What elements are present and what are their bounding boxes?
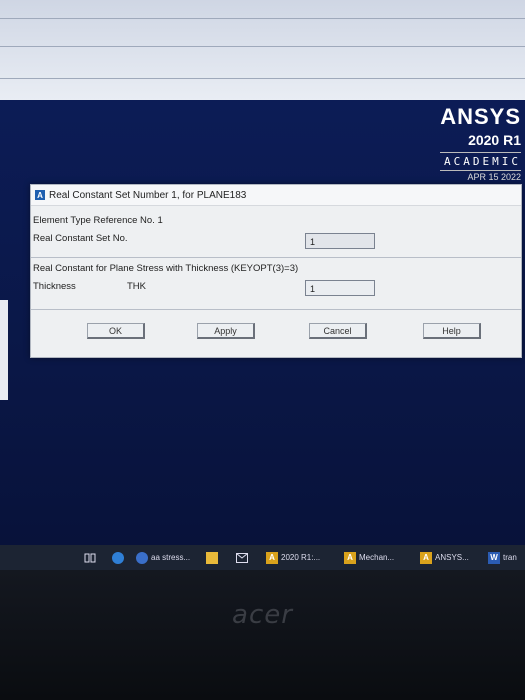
monitor-screen: ANSYS 2020 R1 ACADEMIC APR 15 2022 A Rea…: [0, 0, 525, 570]
logo-date: APR 15 2022: [467, 172, 521, 182]
taskbar-item-ansys[interactable]: A ANSYS...: [420, 549, 469, 566]
ok-button[interactable]: OK: [87, 323, 145, 339]
element-type-label: Element Type Reference No. 1: [33, 215, 163, 226]
logo-edition: ACADEMIC: [440, 152, 521, 171]
thickness-input[interactable]: 1: [305, 280, 375, 296]
windows-taskbar: aa stress... A 2020 R1:... A Mechan... A…: [0, 545, 525, 570]
mail-button[interactable]: [236, 549, 251, 566]
ansys-icon: A: [420, 551, 432, 564]
word-icon: W: [488, 551, 500, 564]
cancel-button[interactable]: Cancel: [309, 323, 367, 339]
logo-version: 2020 R1: [468, 132, 521, 148]
taskbar-item-label: tran: [503, 553, 517, 562]
edge-browser-button[interactable]: [112, 549, 127, 566]
thickness-label: Thickness: [33, 281, 76, 292]
bezel-brand-logo: acer: [232, 600, 293, 630]
task-view-button[interactable]: [84, 549, 99, 566]
apply-button[interactable]: Apply: [197, 323, 255, 339]
ansys-logo: ANSYS 2020 R1 ACADEMIC APR 15 2022: [440, 104, 521, 182]
laptop-bezel: [0, 570, 525, 700]
taskbar-item-2020r1[interactable]: A 2020 R1:...: [266, 549, 320, 566]
folder-icon: [206, 551, 218, 564]
button-divider: [31, 309, 521, 310]
mail-icon: [236, 552, 248, 564]
ansys-icon: A: [266, 551, 278, 564]
thickness-key: THK: [127, 281, 146, 292]
dialog-titlebar[interactable]: A Real Constant Set Number 1, for PLANE1…: [31, 185, 521, 206]
section-label: Real Constant for Plane Stress with Thic…: [33, 263, 299, 274]
taskbar-item-label: 2020 R1:...: [281, 553, 321, 562]
edge-icon: [112, 551, 124, 564]
real-set-field[interactable]: 1: [305, 233, 375, 249]
logo-brand: ANSYS: [440, 104, 521, 129]
real-set-label: Real Constant Set No.: [33, 233, 128, 244]
file-explorer-button[interactable]: [206, 549, 221, 566]
taskbar-item-word[interactable]: W tran: [488, 549, 517, 566]
desktop-top-band: [0, 0, 525, 100]
help-button[interactable]: Help: [423, 323, 481, 339]
section-divider: [31, 257, 521, 258]
taskbar-item-label: ANSYS...: [435, 553, 469, 562]
chrome-icon: [136, 551, 148, 564]
left-side-panel: [0, 300, 8, 400]
taskbar-item-mechanical[interactable]: A Mechan...: [344, 549, 394, 566]
ansys-app-icon: A: [35, 190, 45, 200]
task-view-icon: [84, 552, 96, 564]
real-constant-dialog: A Real Constant Set Number 1, for PLANE1…: [30, 184, 522, 358]
ansys-icon: A: [344, 551, 356, 564]
dialog-title: Real Constant Set Number 1, for PLANE183: [49, 189, 247, 201]
taskbar-item-label: aa stress...: [151, 553, 191, 562]
taskbar-item-label: Mechan...: [359, 553, 395, 562]
taskbar-item-stress[interactable]: aa stress...: [136, 549, 190, 566]
